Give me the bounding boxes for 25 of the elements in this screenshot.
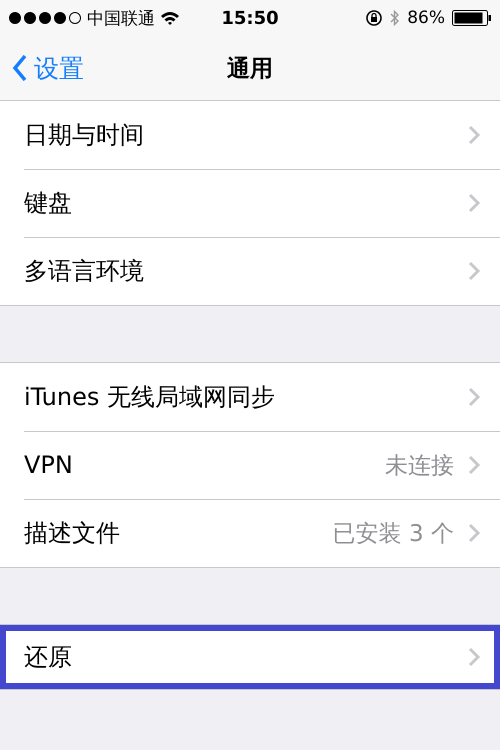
bluetooth-icon (390, 9, 400, 27)
chevron-icon (468, 647, 480, 667)
settings-row[interactable]: iTunes 无线局域网同步 (0, 363, 500, 431)
settings-row[interactable]: 多语言环境 (0, 237, 500, 305)
carrier-name: 中国联通 (87, 8, 155, 30)
settings-row[interactable]: VPN 未连接 (0, 431, 500, 499)
wifi-icon (160, 10, 180, 26)
settings-row[interactable]: 键盘 (0, 169, 500, 237)
settings-row[interactable]: 日期与时间 (0, 101, 500, 169)
chevron-icon (468, 125, 480, 145)
battery-icon (452, 10, 492, 26)
signal-icon (8, 11, 82, 25)
back-icon (12, 54, 28, 82)
chevron-icon (468, 387, 480, 407)
chevron-icon (468, 523, 480, 543)
battery-percent: 86% (407, 8, 445, 28)
rotation-lock-icon (365, 9, 384, 27)
chevron-icon (468, 193, 480, 213)
back-button[interactable]: 设置 (0, 50, 90, 86)
settings-row[interactable]: 还原 (0, 625, 500, 689)
chevron-icon (468, 261, 480, 281)
status-time: 15:50 (221, 8, 279, 28)
chevron-icon (468, 455, 480, 475)
settings-row[interactable]: 描述文件 已安装 3 个 (0, 499, 500, 567)
nav-title: 通用 (227, 54, 273, 84)
